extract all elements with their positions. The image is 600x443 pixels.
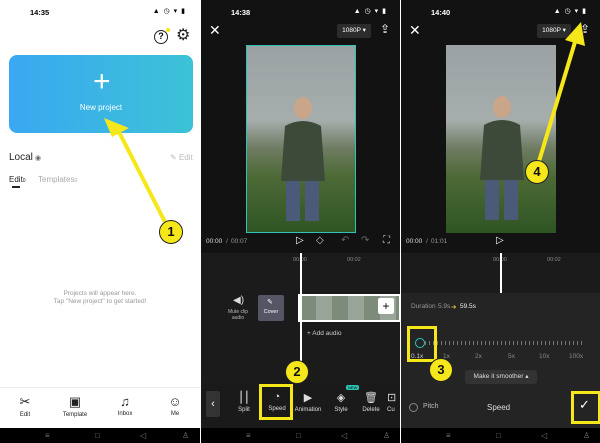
status-icons: ▲ ◷ ▾ ▮ [353,8,387,15]
undo-icon[interactable]: ↶ [341,235,349,246]
man-figure [281,97,325,221]
tool-cut[interactable]: ⊡ Cu [387,391,400,413]
nav-home-icon[interactable]: □ [296,431,301,440]
nav-menu-icon[interactable]: ≡ [446,431,451,440]
speed-highlight [259,384,293,420]
animation-icon: ▶ [303,392,313,404]
close-icon[interactable]: ✕ [209,22,221,39]
play-icon[interactable]: ▷ [296,235,304,246]
style-icon: ◈ [336,392,346,404]
cut-icon: ⊡ [387,392,397,404]
cover-label: Cover [263,309,279,315]
nav-home-icon[interactable]: □ [496,431,501,440]
resolution-selector[interactable]: 1080P ▾ [337,24,371,38]
status-time: 14:38 [231,8,251,17]
cover-edit-icon: ✎ [267,299,273,306]
time-current: 00:00 [206,238,223,245]
tool-animation[interactable]: ▶ Animation [293,391,323,413]
add-audio-track[interactable]: + Add audio [307,330,342,337]
tool-split[interactable]: ⎮⎮ Split [229,391,259,413]
video-preview [246,45,356,233]
add-clip-button[interactable]: + [378,298,394,314]
system-nav-bar: ≡ □ ◁ ♙ [401,428,600,443]
arrow-to-export [535,22,585,169]
tool-label: Split [238,407,250,413]
status-bar: 14:38 ▲ ◷ ▾ ▮ [201,0,400,22]
tool-label: Cu [387,407,395,413]
mute-clip-audio-label: Mute clip audio [227,309,248,321]
tool-label: Delete [362,407,380,413]
ruler-mark: 00:02 [347,257,361,263]
resolution-label: 1080P [342,27,361,34]
home-screen: 14:35 ▲ ◷ ▾ ▮ ? ⚙ + New project Local ◉ … [0,0,200,443]
tool-label: Animation [294,407,322,413]
playhead [300,253,302,363]
fullscreen-icon[interactable]: ⛶ [383,235,390,246]
nav-menu-icon[interactable]: ≡ [246,431,251,440]
nav-accessibility-icon[interactable]: ♙ [383,431,390,440]
redo-icon[interactable]: ↷ [361,235,369,246]
split-icon: ⎮⎮ [238,392,250,404]
tool-label: Style [334,407,348,413]
editor-screen: 14:38 ▲ ◷ ▾ ▮ ✕ 1080P ▾ ⇪ 00:00 / 00:07 … [200,0,400,443]
bottom-toolbar: ‹ ⎮⎮ Split ◔ Speed ▶ Animation ◈ Style NEW 🗑… [201,383,400,428]
trash-icon: 🗑︎ [364,392,378,404]
time-separator: / [226,238,228,245]
tool-delete[interactable]: 🗑︎ Delete [356,391,386,413]
tool-style[interactable]: ◈ Style [326,391,356,413]
style-new-badge: NEW [346,385,360,390]
step-badge-1: 1 [159,220,183,244]
export-icon[interactable]: ⇪ [380,22,390,36]
nav-accessibility-icon[interactable]: ♙ [583,431,590,440]
toolbar-back-button[interactable]: ‹ [206,391,220,417]
system-nav-bar: ≡ □ ◁ ♙ [201,428,400,443]
keyframe-icon[interactable]: ◇ [316,235,324,246]
nav-back-icon[interactable]: ◁ [341,431,347,440]
step-badge-4: 4 [525,160,549,184]
speed-screen: 14:40 ▲ ◷ ▾ ▮ ✕ 1080P ▾ ⇪ 00:00 / 01:01 … [400,0,600,443]
nav-back-icon[interactable]: ◁ [541,431,547,440]
step-badge-2: 2 [285,360,309,384]
time-total: 00:07 [231,238,248,245]
speaker-icon[interactable]: ◀) [233,295,244,306]
cover-thumbnail[interactable]: ✎ Cover [258,295,284,321]
